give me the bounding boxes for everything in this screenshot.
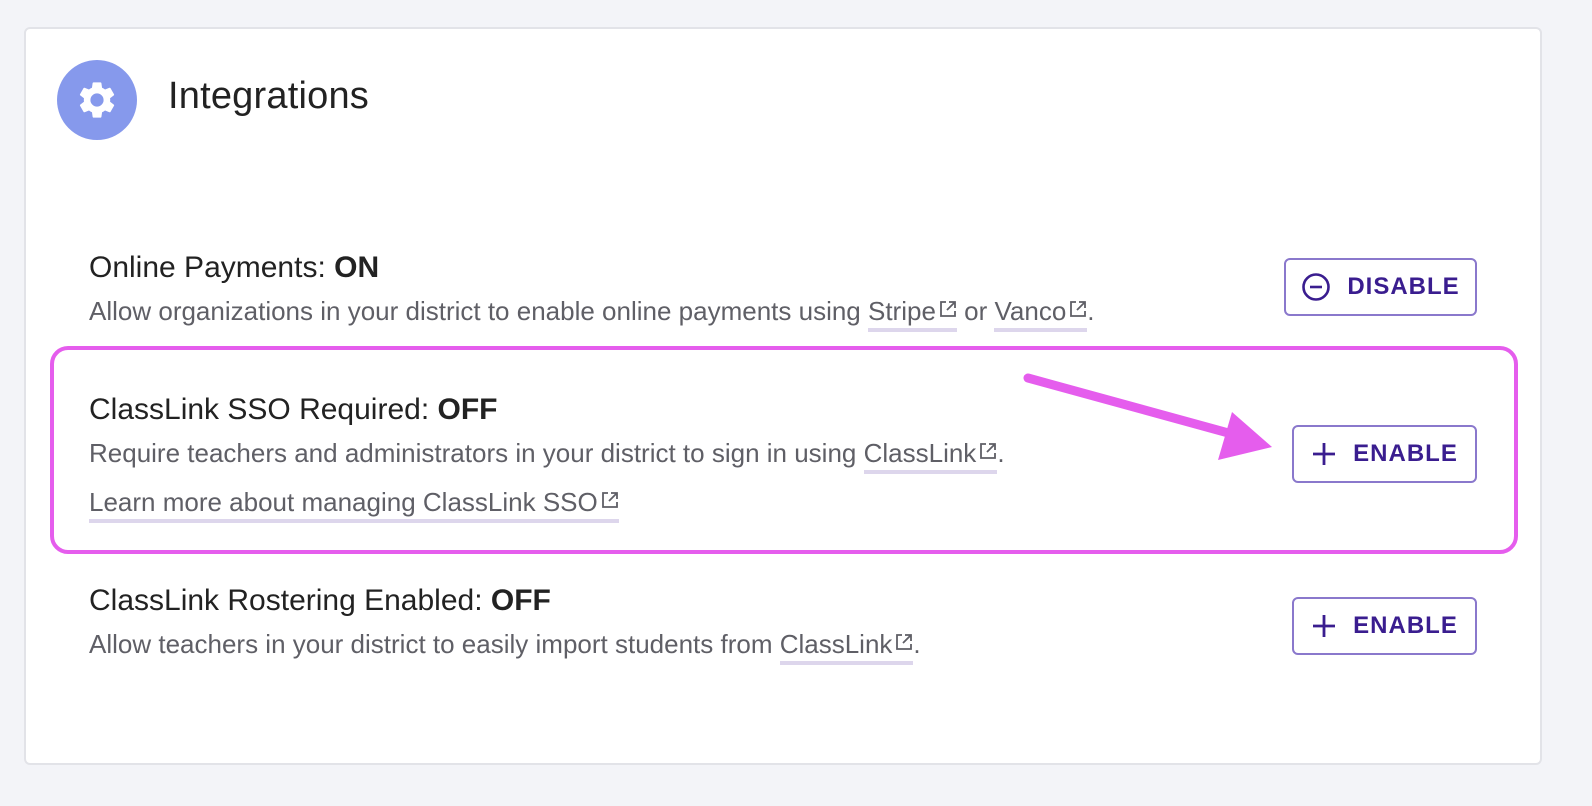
plus-icon (1313, 443, 1336, 465)
classlink-rostering-description: Allow teachers in your district to easil… (89, 629, 921, 665)
online-payments-title: Online Payments: ON (89, 251, 380, 284)
status-badge: ON (334, 251, 380, 284)
vanco-link[interactable]: Vanco (994, 296, 1088, 332)
stripe-link[interactable]: Stripe (867, 296, 957, 332)
plus-icon (1313, 615, 1336, 637)
external-link-icon (980, 443, 997, 459)
external-link-icon (896, 634, 913, 650)
classlink-rostering-title: ClassLink Rostering Enabled: OFF (89, 584, 551, 617)
classlink-sso-description: Require teachers and administrators in y… (89, 438, 1005, 474)
page-title: Integrations (168, 75, 369, 117)
minus-circle-icon (1302, 273, 1331, 301)
online-payments-description: Allow organizations in your district to … (89, 296, 1095, 332)
classlink-link[interactable]: ClassLink (863, 438, 998, 474)
gear-icon (57, 60, 137, 140)
enable-classlink-rostering-button[interactable]: ENABLE (1292, 597, 1477, 655)
status-badge: OFF (437, 393, 498, 426)
status-badge: OFF (490, 584, 551, 617)
annotation-arrow-icon (1023, 373, 1272, 460)
learn-more-row: Learn more about managing ClassLink SSO (89, 487, 619, 523)
external-link-icon (940, 301, 956, 317)
classlink-link[interactable]: ClassLink (779, 629, 914, 665)
enable-classlink-sso-button[interactable]: ENABLE (1292, 425, 1477, 483)
classlink-sso-title: ClassLink SSO Required: OFF (89, 393, 498, 426)
external-link-icon (1070, 301, 1087, 317)
disable-online-payments-button[interactable]: DISABLE (1284, 258, 1477, 316)
learn-more-classlink-sso-link[interactable]: Learn more about managing ClassLink SSO (89, 487, 619, 523)
external-link-icon (601, 492, 618, 508)
